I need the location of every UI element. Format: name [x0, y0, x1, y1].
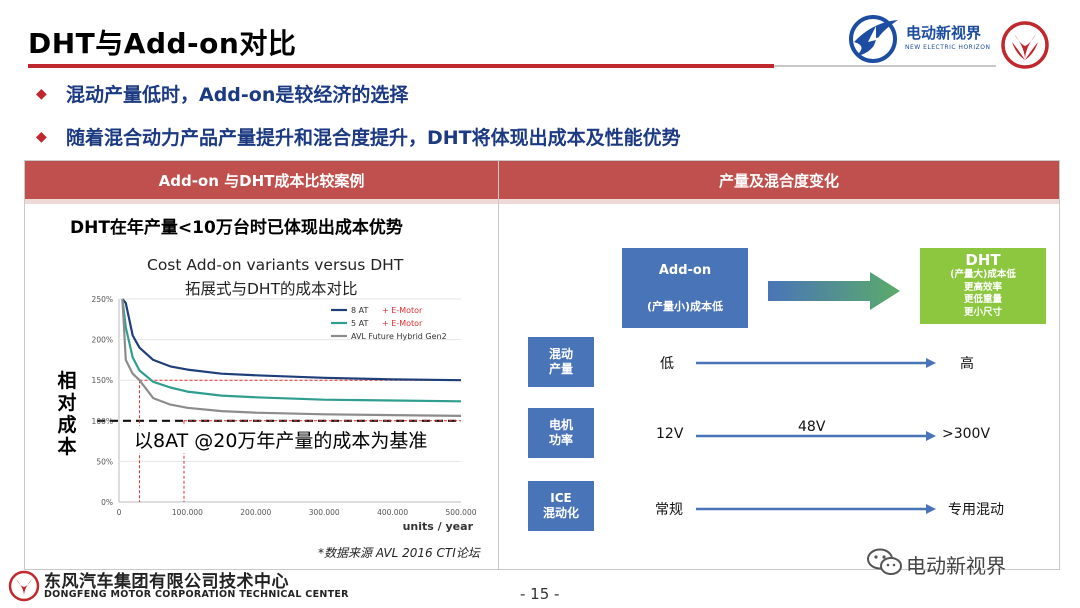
title-rule-secondary	[774, 65, 996, 67]
legend-label: 8 AT	[351, 306, 368, 315]
dht-benefit: (产量大)成本低	[950, 269, 1016, 280]
diamond-bullet-icon: ◆	[36, 128, 47, 145]
chart-heading: DHT在年产量<10万台时已体现出成本优势	[70, 218, 403, 238]
panel-header-band	[25, 199, 498, 204]
y-tick-label: 50%	[96, 457, 113, 466]
dongfeng-logo-icon	[1001, 21, 1049, 69]
title-rule	[28, 64, 774, 68]
panel-header: Add-on 与DHT成本比较案例	[25, 161, 498, 199]
x-tick-label: 400.000	[377, 508, 408, 517]
x-tick-label: 300.000	[309, 508, 340, 517]
row-to-value: 专用混动	[948, 502, 1004, 518]
panel-header: 产量及混合度变化	[499, 161, 1059, 199]
page-number: - 15 -	[520, 585, 560, 603]
cost-line-chart: 0% 50% 100% 150% 200% 250% 0 100.000 200.000 300…	[92, 295, 477, 533]
x-tick-label: 0	[117, 508, 122, 517]
legend-label: 5 AT	[351, 319, 368, 328]
bullet-item: ◆ 随着混合动力产品产量提升和混合度提升，DHT将体现出成本及性能优势	[36, 123, 681, 150]
row-label-ice-hybridization: ICE 混动化	[528, 481, 594, 531]
diamond-bullet-icon: ◆	[36, 85, 47, 102]
row-arrow-icon	[696, 504, 936, 514]
row-to-value: 高	[960, 356, 974, 372]
row-arrow-icon	[696, 358, 936, 368]
bullet-item: ◆ 混动产量低时，Add-on是较经济的选择	[36, 80, 408, 107]
dongfeng-footer-logo-icon	[8, 570, 40, 602]
row-label-line: 混动化	[542, 506, 579, 520]
dht-benefit: 更高效率	[963, 281, 1002, 293]
dht-title: DHT	[965, 251, 1001, 269]
data-source-note: *数据来源 AVL 2016 CTI论坛	[318, 546, 480, 560]
row-from-value: 常规	[655, 502, 683, 518]
row-label-hybrid-volume: 混动 产量	[528, 337, 594, 387]
row-label-line: 混动	[548, 347, 573, 361]
row-arrow-icon	[696, 431, 936, 441]
wechat-watermark: 电动新视界	[906, 554, 1006, 578]
chart-x-axis-label: units / year	[403, 520, 474, 533]
dht-benefit: 更小尺寸	[963, 306, 1002, 318]
addon-subtitle: (产量小)成本低	[646, 299, 724, 313]
legend-label: AVL Future Hybrid Gen2	[351, 332, 447, 341]
electric-horizon-logo-icon	[849, 15, 898, 63]
x-tick-label: 100.000	[172, 508, 203, 517]
panel-header-band	[499, 199, 1059, 204]
row-label-line: 产量	[548, 362, 573, 376]
y-tick-label: 200%	[92, 336, 113, 345]
legend-suffix: + E-Motor	[382, 306, 423, 315]
y-tick-label: 150%	[92, 376, 113, 385]
row-label-motor-power: 电机 功率	[528, 408, 594, 458]
slide-title: DHT与Add-on对比	[28, 27, 297, 60]
dht-benefit: 更低重量	[963, 294, 1002, 305]
row-label-line: 电机	[548, 418, 573, 432]
brand-logo-subtext: NEW ELECTRIC HORIZON	[905, 44, 991, 51]
y-tick-label: 100%	[92, 417, 113, 426]
chart-y-axis-label: 相对成本	[57, 370, 77, 458]
addon-box: Add-on (产量小)成本低	[622, 248, 748, 328]
row-label-line: 功率	[548, 433, 573, 447]
dht-box: DHT (产量大)成本低 更高效率 更低重量 更小尺寸	[920, 248, 1046, 324]
x-tick-label: 500.000	[445, 508, 476, 517]
wechat-icon	[867, 548, 902, 575]
bullet-text: 混动产量低时，Add-on是较经济的选择	[66, 84, 409, 106]
chart-title-en: Cost Add-on variants versus DHT	[147, 256, 404, 274]
y-tick-label: 250%	[92, 295, 113, 304]
row-to-value: >300V	[942, 426, 991, 442]
baseline-annotation: 以8AT @20万年产量的成本为基准	[132, 426, 430, 453]
brand-logo-text: 电动新视界	[906, 24, 982, 42]
row-from-value: 12V	[656, 426, 684, 442]
legend-suffix: + E-Motor	[382, 319, 423, 328]
row-from-value: 低	[660, 356, 674, 372]
addon-title: Add-on	[658, 262, 712, 278]
x-tick-label: 200.000	[240, 508, 271, 517]
y-tick-label: 0%	[101, 498, 113, 507]
bullet-text: 随着混合动力产品产量提升和混合度提升，DHT将体现出成本及性能优势	[66, 127, 681, 149]
row-label-line: ICE	[550, 491, 572, 505]
transition-arrow-icon	[768, 272, 900, 310]
footer-company-en: DONGFENG MOTOR CORPORATION TECHNICAL CEN…	[44, 589, 349, 600]
